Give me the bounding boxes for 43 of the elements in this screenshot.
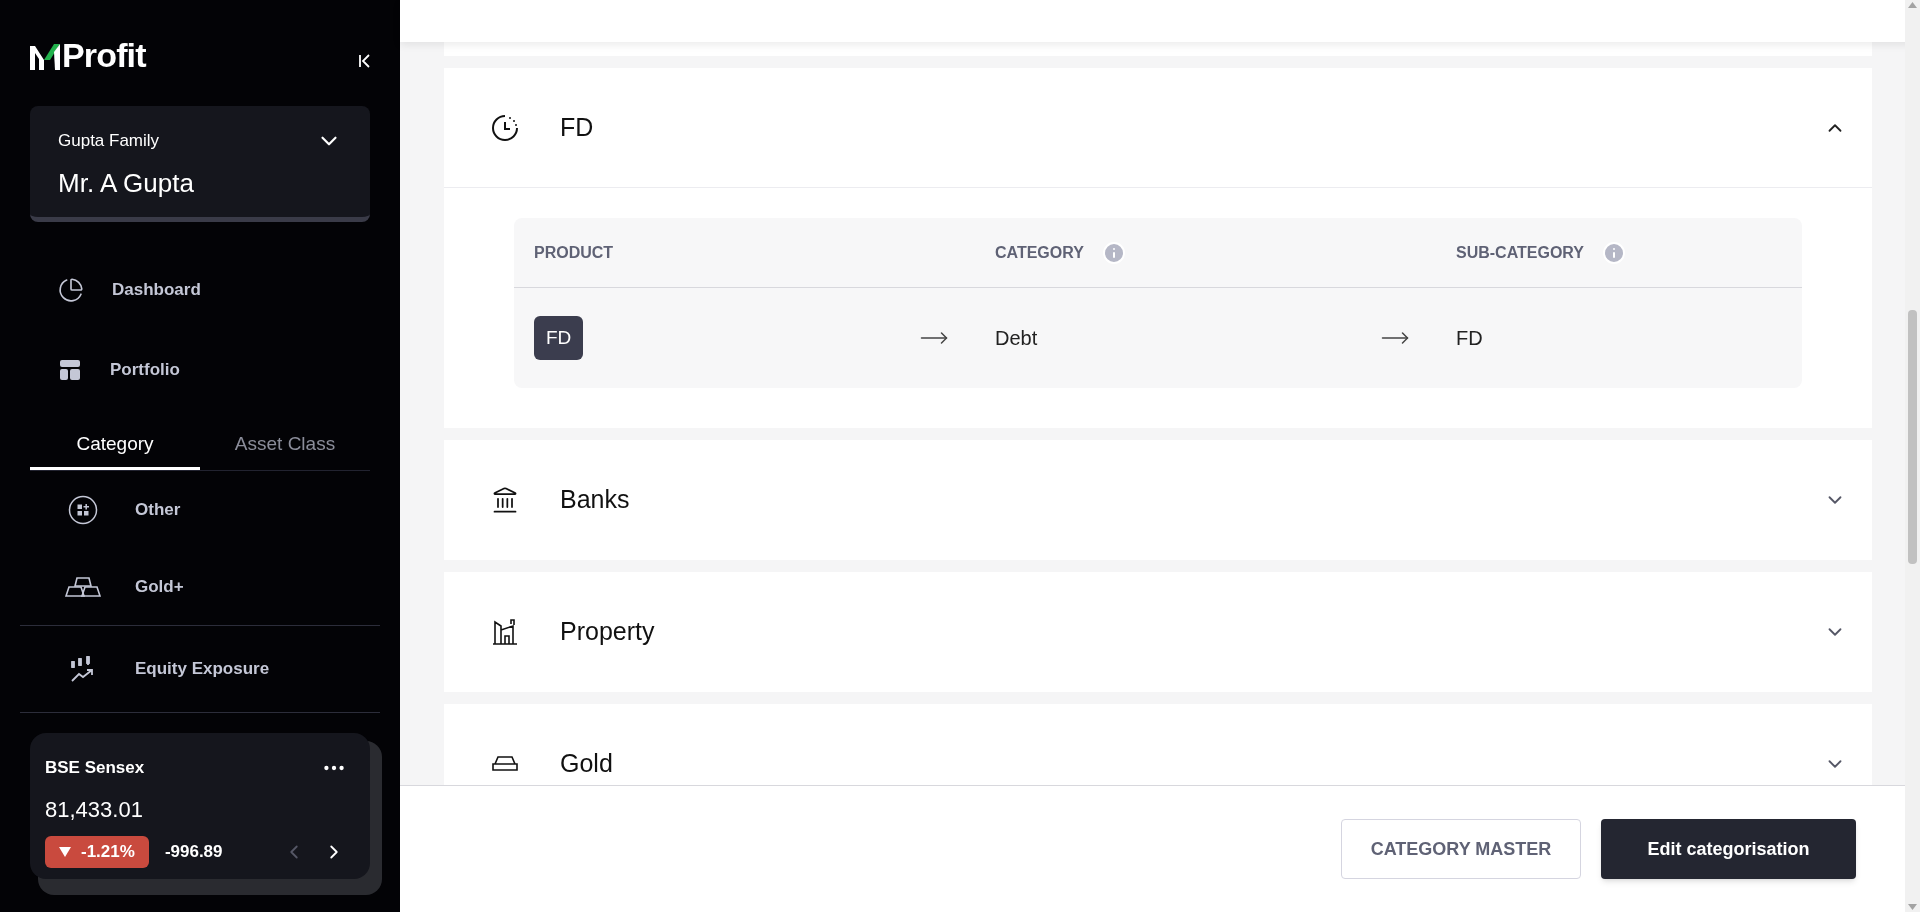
section-header[interactable]: FD [444, 68, 1872, 188]
column-header: CATEGORY [995, 242, 1084, 263]
category-master-button[interactable]: CATEGORY MASTER [1341, 819, 1581, 879]
scrollbar-thumb[interactable] [1908, 310, 1917, 564]
bank-icon [491, 486, 519, 514]
collapse-icon[interactable] [358, 54, 372, 68]
section-title: Property [560, 616, 655, 648]
index-value: 81,433.01 [45, 796, 144, 824]
table-cell-text: Debt [995, 326, 1039, 351]
index-name: BSE Sensex [45, 757, 145, 780]
column-header: SUB-CATEGORY [1456, 242, 1584, 263]
section-title: FD [560, 111, 594, 143]
category-item[interactable]: Gold+ [20, 548, 380, 625]
account-selector[interactable]: Gupta Family Mr. A Gupta [30, 106, 370, 222]
column-header: PRODUCT [534, 242, 614, 263]
table-cell-text: FD [1456, 326, 1484, 351]
triangle-down-icon [59, 847, 71, 857]
section-header[interactable]: Gold [444, 704, 1872, 785]
sidebar-tab[interactable]: Asset Class [200, 422, 370, 470]
section-title: Banks [560, 484, 630, 516]
change-percent-badge: -1.21% [45, 836, 149, 868]
section-header[interactable]: Property [444, 572, 1872, 692]
product-tag: FD [534, 316, 584, 360]
nav-item[interactable]: Portfolio [30, 330, 370, 410]
sidebar-tab[interactable]: Category [30, 422, 200, 470]
logo-text: Profit [62, 40, 146, 70]
circle-squares-icon [68, 494, 98, 525]
family-name: Gupta Family [58, 130, 160, 153]
pie-chart-icon [58, 277, 84, 303]
equity-exposure-item[interactable]: Equity Exposure [20, 626, 380, 712]
candlestick-chart-icon [70, 655, 96, 683]
section-header[interactable]: Banks [444, 440, 1872, 560]
timer-icon [490, 112, 520, 143]
building-icon [491, 618, 519, 646]
nav-item[interactable]: Dashboard [30, 250, 370, 330]
member-name: Mr. A Gupta [58, 167, 195, 200]
change-value: -996.89 [164, 841, 223, 864]
category-item[interactable]: Other [20, 471, 380, 548]
logo-mark-icon [30, 42, 62, 70]
edit-button[interactable]: Edit categorisation [1601, 819, 1856, 879]
bullion-bars-icon [65, 575, 101, 598]
section-title: Gold [560, 748, 613, 780]
grid-icon [58, 358, 82, 382]
